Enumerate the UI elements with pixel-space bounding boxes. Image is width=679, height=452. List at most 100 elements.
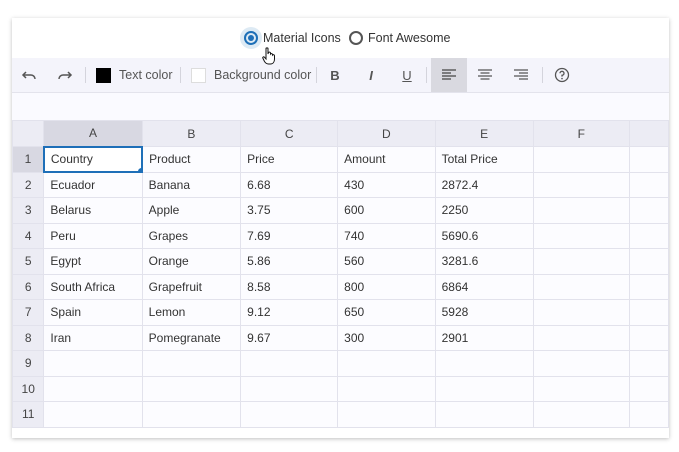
row-header[interactable]: 2	[12, 171, 45, 198]
grid-cell[interactable]	[628, 273, 669, 300]
bold-button[interactable]: B	[320, 58, 350, 92]
row-header[interactable]: 1	[12, 146, 45, 173]
italic-button[interactable]: I	[356, 58, 386, 92]
grid-cell[interactable]: Ecuador	[43, 171, 143, 198]
grid-cell[interactable]	[628, 171, 669, 198]
column-header-e[interactable]: E	[434, 120, 534, 147]
grid-cell[interactable]	[628, 375, 669, 402]
grid-cell[interactable]: 3281.6	[434, 248, 534, 275]
align-right-button[interactable]	[506, 58, 536, 92]
grid-cell[interactable]: Belarus	[43, 197, 143, 224]
row-header[interactable]: 3	[12, 197, 45, 224]
underline-button[interactable]: U	[392, 58, 422, 92]
text-color-button[interactable]: Text color	[96, 58, 173, 92]
redo-button[interactable]	[50, 58, 80, 92]
grid-cell[interactable]	[628, 222, 669, 249]
grid-cell[interactable]	[532, 197, 630, 224]
grid-cell[interactable]	[532, 324, 630, 351]
grid-cell[interactable]	[434, 350, 534, 377]
grid-cell[interactable]: 740	[337, 222, 436, 249]
grid-cell[interactable]	[628, 146, 669, 173]
grid-cell[interactable]	[532, 350, 630, 377]
grid-cell[interactable]: 9.12	[240, 299, 339, 326]
column-header-g[interactable]	[628, 120, 669, 147]
grid-cell[interactable]: Price	[240, 146, 339, 173]
grid-cell[interactable]: 6.68	[240, 171, 339, 198]
radio-material-icons[interactable]: Material Icons	[240, 27, 341, 49]
grid-cell[interactable]: Total Price	[434, 146, 534, 173]
grid-cell[interactable]: Product	[141, 146, 242, 173]
grid-cell[interactable]: Iran	[43, 324, 143, 351]
background-color-button[interactable]: Background color	[191, 58, 311, 92]
grid-cell[interactable]: Pomegranate	[141, 324, 242, 351]
grid-cell[interactable]	[43, 401, 143, 428]
grid-cell[interactable]: Peru	[43, 222, 143, 249]
column-header-a[interactable]: A	[43, 120, 143, 147]
grid-cell[interactable]: Egypt	[43, 248, 143, 275]
grid-cell[interactable]	[141, 401, 242, 428]
grid-cell[interactable]	[532, 171, 630, 198]
grid-cell[interactable]	[337, 350, 436, 377]
grid-cell[interactable]	[337, 375, 436, 402]
align-center-button[interactable]	[470, 58, 500, 92]
fill-handle[interactable]	[137, 167, 141, 171]
corner-cell[interactable]	[12, 120, 45, 147]
grid-cell[interactable]: 800	[337, 273, 436, 300]
grid-cell[interactable]: 430	[337, 171, 436, 198]
grid-cell[interactable]: 5690.6	[434, 222, 534, 249]
grid-cell[interactable]	[43, 350, 143, 377]
grid-cell[interactable]	[628, 248, 669, 275]
help-button[interactable]	[547, 58, 577, 92]
grid-cell[interactable]	[43, 375, 143, 402]
row-header[interactable]: 11	[12, 401, 45, 428]
grid-cell[interactable]	[434, 375, 534, 402]
grid-cell[interactable]	[628, 401, 669, 428]
grid-cell[interactable]	[434, 401, 534, 428]
row-header[interactable]: 7	[12, 299, 45, 326]
grid-cell[interactable]: 650	[337, 299, 436, 326]
grid-cell[interactable]	[628, 197, 669, 224]
grid-cell[interactable]: 7.69	[240, 222, 339, 249]
grid-cell[interactable]	[628, 299, 669, 326]
grid-cell[interactable]: 600	[337, 197, 436, 224]
grid-cell[interactable]: Banana	[141, 171, 242, 198]
grid-cell[interactable]	[532, 222, 630, 249]
radio-font-awesome[interactable]: Font Awesome	[349, 29, 450, 47]
grid-cell[interactable]: 5.86	[240, 248, 339, 275]
grid-cell[interactable]: Amount	[337, 146, 436, 173]
grid-cell[interactable]: Lemon	[141, 299, 242, 326]
grid-cell[interactable]	[532, 248, 630, 275]
grid-cell[interactable]	[240, 375, 339, 402]
column-header-b[interactable]: B	[141, 120, 242, 147]
grid-cell[interactable]: 2872.4	[434, 171, 534, 198]
grid-cell[interactable]: 2901	[434, 324, 534, 351]
grid-cell[interactable]: Apple	[141, 197, 242, 224]
grid-cell[interactable]: 2250	[434, 197, 534, 224]
grid-cell[interactable]: South Africa	[43, 273, 143, 300]
row-header[interactable]: 6	[12, 273, 45, 300]
grid-cell[interactable]	[240, 401, 339, 428]
grid-cell[interactable]	[532, 146, 630, 173]
grid-cell[interactable]	[628, 324, 669, 351]
grid-cell[interactable]: Grapefruit	[141, 273, 242, 300]
row-header[interactable]: 9	[12, 350, 45, 377]
selected-cell[interactable]: Country	[42, 145, 144, 173]
row-header[interactable]: 8	[12, 324, 45, 351]
grid-cell[interactable]: 300	[337, 324, 436, 351]
grid-cell[interactable]: 8.58	[240, 273, 339, 300]
grid-cell[interactable]	[532, 401, 630, 428]
undo-button[interactable]	[14, 58, 44, 92]
row-header[interactable]: 10	[12, 375, 45, 402]
grid-cell[interactable]	[141, 350, 242, 377]
grid-cell[interactable]	[141, 375, 242, 402]
grid-cell[interactable]	[532, 299, 630, 326]
row-header[interactable]: 4	[12, 222, 45, 249]
column-header-c[interactable]: C	[240, 120, 339, 147]
grid-cell[interactable]	[532, 273, 630, 300]
grid-cell[interactable]	[240, 350, 339, 377]
grid-cell[interactable]: 3.75	[240, 197, 339, 224]
grid-cell[interactable]: 5928	[434, 299, 534, 326]
grid-cell[interactable]	[532, 375, 630, 402]
grid-cell[interactable]: Grapes	[141, 222, 242, 249]
column-header-f[interactable]: F	[532, 120, 630, 147]
